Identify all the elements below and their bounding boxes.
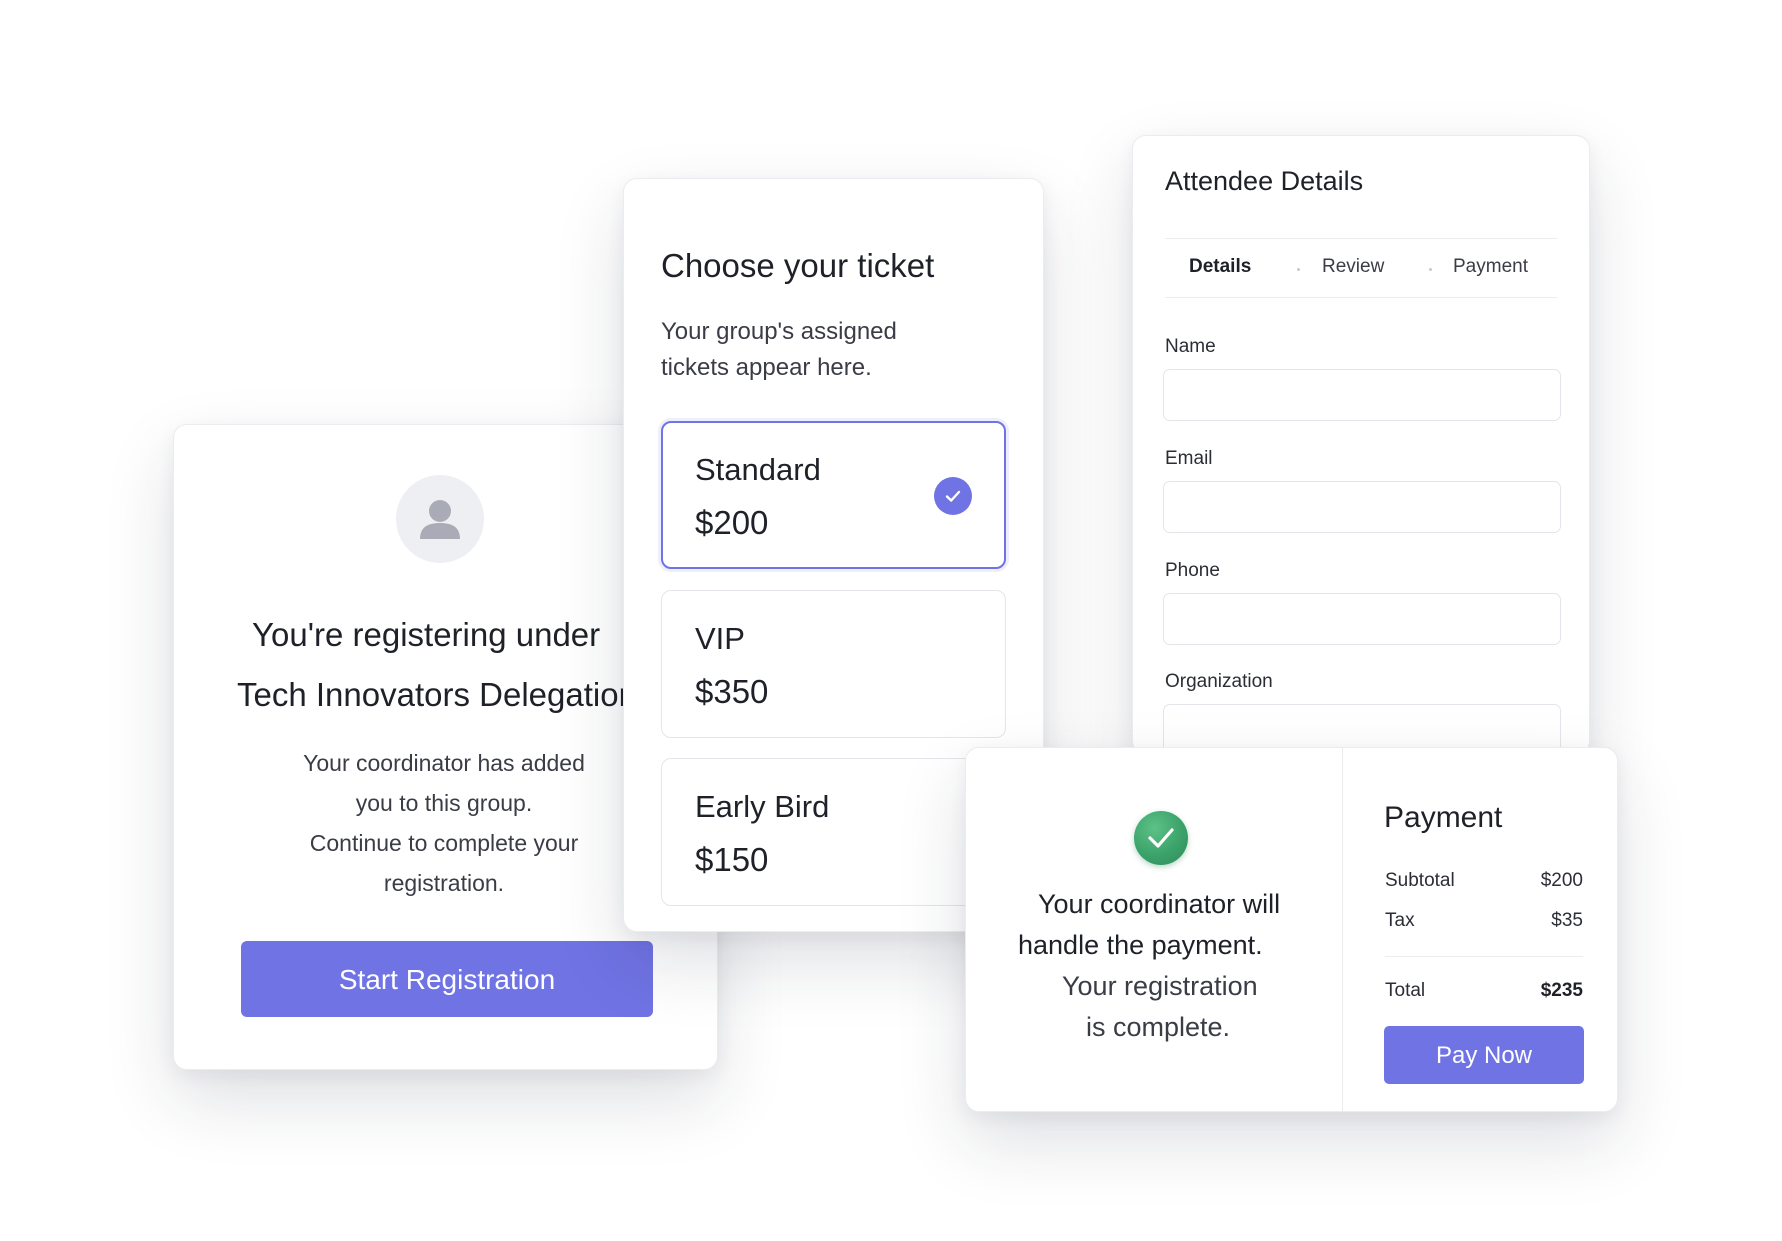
ticket-name: VIP <box>695 621 745 656</box>
total-label: Total <box>1385 980 1426 1001</box>
tab-separator-dot <box>1297 268 1300 271</box>
organization-label: Organization <box>1165 671 1273 692</box>
group-heading-line-1: You're registering under <box>252 616 601 653</box>
total-value: $235 <box>1540 980 1583 1001</box>
ticket-name: Standard <box>695 452 821 487</box>
ticket-price: $150 <box>695 841 769 878</box>
success-check-icon <box>1134 811 1188 865</box>
payment-title: Payment <box>1384 801 1503 834</box>
email-input[interactable] <box>1163 481 1561 533</box>
ticket-option-early-bird[interactable]: Early Bird $150 <box>661 758 1006 906</box>
tab-separator-dot <box>1429 268 1432 271</box>
phone-input[interactable] <box>1163 593 1561 645</box>
name-label: Name <box>1165 336 1216 357</box>
subtotal-value: $200 <box>1540 870 1583 891</box>
summary-divider <box>1385 956 1583 957</box>
step-tabs: Details Review Payment <box>1165 238 1557 298</box>
check-circle-icon <box>934 477 972 515</box>
group-description-line: Continue to complete your <box>309 830 579 856</box>
ticket-price: $350 <box>695 673 769 710</box>
ticket-card-subtitle-line: tickets appear here. <box>661 354 872 381</box>
start-registration-button[interactable]: Start Registration <box>241 941 653 1017</box>
ticket-card-title: Choose your ticket <box>661 247 935 284</box>
tab-payment[interactable]: Payment <box>1453 256 1528 278</box>
ticket-option-vip[interactable]: VIP $350 <box>661 590 1006 738</box>
group-description: Your coordinator has added you to this g… <box>274 743 614 903</box>
user-avatar-icon <box>396 475 484 563</box>
phone-label: Phone <box>1165 560 1220 581</box>
ticket-price: $200 <box>695 504 769 541</box>
tab-review[interactable]: Review <box>1322 256 1384 278</box>
ticket-name: Early Bird <box>695 789 830 824</box>
name-input[interactable] <box>1163 369 1561 421</box>
completion-message-line: Your registration <box>1062 971 1258 1001</box>
payment-summary-card: Your coordinator will handle the payment… <box>965 747 1618 1112</box>
attendee-details-card: Attendee Details Details Review Payment … <box>1132 135 1590 755</box>
tax-value: $35 <box>1551 910 1583 931</box>
attendee-details-title: Attendee Details <box>1165 166 1364 196</box>
tab-details[interactable]: Details <box>1189 256 1251 278</box>
group-description-line: you to this group. <box>355 790 533 816</box>
ticket-option-standard[interactable]: Standard $200 <box>661 421 1006 569</box>
tax-label: Tax <box>1385 910 1415 931</box>
completion-message-line: is complete. <box>1086 1012 1231 1042</box>
completion-message-line: handle the payment. <box>1018 930 1263 960</box>
ticket-card-subtitle-line: Your group's assigned <box>661 318 897 345</box>
subtotal-label: Subtotal <box>1385 870 1455 891</box>
group-description-line: registration. <box>383 870 505 896</box>
stage: You're registering under Tech Innovators… <box>0 0 1782 1241</box>
ticket-card-subtitle: Your group's assigned tickets appear her… <box>661 314 991 386</box>
email-label: Email <box>1165 448 1213 469</box>
group-description-line: Your coordinator has added <box>303 750 585 776</box>
completion-message-line: Your coordinator will <box>1038 889 1281 919</box>
panel-divider <box>1342 748 1343 1111</box>
group-name: Tech Innovators Delegation <box>237 676 637 713</box>
pay-now-button[interactable]: Pay Now <box>1384 1026 1584 1084</box>
